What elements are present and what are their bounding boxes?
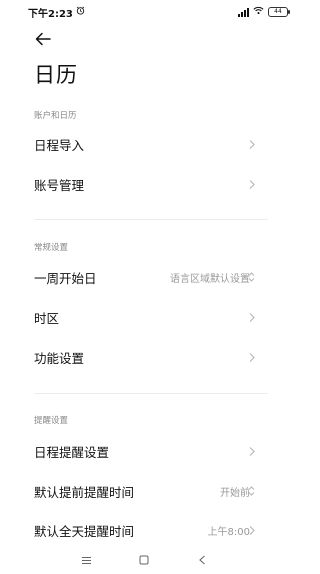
chevron-right-icon — [249, 135, 255, 154]
chevron-right-icon — [249, 442, 255, 461]
setting-row-features[interactable]: 功能设置 — [0, 337, 302, 377]
setting-label: 时区 — [34, 310, 60, 326]
alarm-icon — [76, 6, 85, 18]
setting-row-week-start[interactable]: 一周开始日 语言区域默认设置 — [0, 257, 302, 297]
setting-row-accounts[interactable]: 账号管理 — [0, 164, 302, 204]
setting-label: 日程导入 — [34, 137, 85, 153]
battery-icon: 44 — [268, 7, 290, 17]
signal-icon — [238, 7, 249, 17]
triangle-back-icon — [199, 555, 205, 565]
square-icon — [139, 555, 149, 565]
arrow-left-icon — [35, 32, 51, 46]
chevron-right-icon — [249, 308, 255, 327]
setting-value: 开始前 — [220, 487, 250, 499]
section-divider — [34, 393, 268, 394]
nav-back-button[interactable] — [194, 552, 210, 568]
section-header-accounts: 账户和日历 — [34, 111, 77, 121]
setting-value: 语言区域默认设置 — [170, 273, 250, 285]
status-bar: 下午2:23 44 — [0, 0, 302, 24]
setting-label: 账号管理 — [34, 177, 85, 193]
back-button[interactable] — [32, 28, 54, 50]
setting-row-timezone[interactable]: 时区 — [0, 297, 302, 337]
section-divider — [34, 219, 268, 220]
section-header-general: 常规设置 — [34, 243, 69, 253]
wifi-icon — [253, 6, 264, 18]
setting-row-all-day-reminder[interactable]: 默认全天提醒时间 上午8:00 — [0, 510, 302, 550]
setting-row-import[interactable]: 日程导入 — [0, 124, 302, 164]
status-time: 下午2:23 — [28, 8, 73, 20]
setting-label: 默认全天提醒时间 — [34, 523, 135, 539]
setting-row-event-reminders[interactable]: 日程提醒设置 — [0, 431, 302, 471]
section-header-reminders: 提醒设置 — [34, 416, 69, 426]
up-down-chevron-icon — [248, 268, 255, 287]
chevron-right-icon — [249, 521, 255, 540]
setting-label: 功能设置 — [34, 350, 85, 366]
nav-menu-button[interactable] — [78, 552, 94, 568]
setting-row-default-advance-reminder[interactable]: 默认提前提醒时间 开始前 — [0, 471, 302, 511]
nav-home-button[interactable] — [136, 552, 152, 568]
page-title: 日历 — [34, 63, 78, 87]
chevron-right-icon — [249, 348, 255, 367]
setting-label: 一周开始日 — [34, 270, 97, 286]
status-icons: 44 — [238, 6, 290, 18]
up-down-chevron-icon — [248, 482, 255, 501]
system-nav-bar — [0, 546, 302, 574]
menu-icon — [81, 556, 91, 564]
setting-label: 默认提前提醒时间 — [34, 484, 135, 500]
setting-label: 日程提醒设置 — [34, 444, 110, 460]
setting-value: 上午8:00 — [207, 526, 250, 538]
chevron-right-icon — [249, 175, 255, 194]
